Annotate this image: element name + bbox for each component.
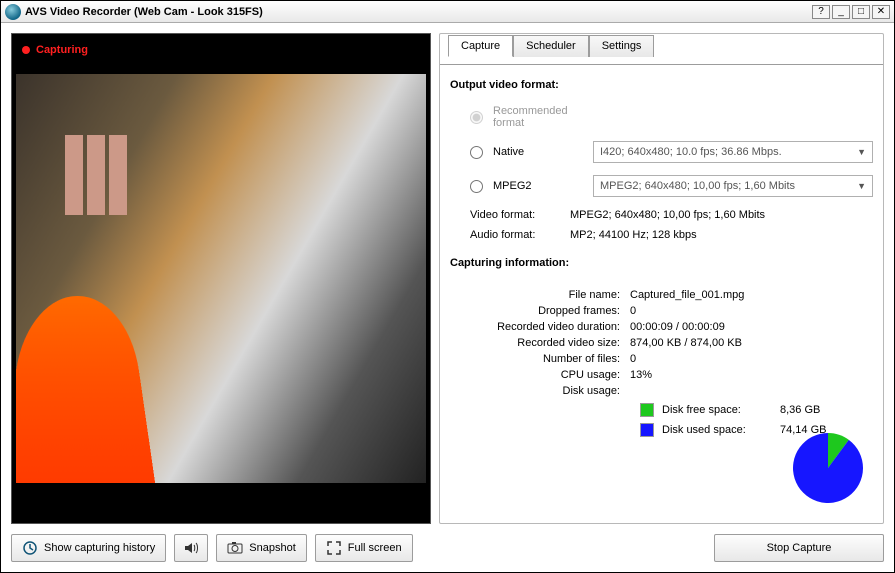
mpeg2-format-select[interactable]: MPEG2; 640x480; 10,00 fps; 1,60 Mbits ▼ [593, 175, 873, 197]
size-value: 874,00 KB / 874,00 KB [630, 337, 742, 349]
window-title: AVS Video Recorder (Web Cam - Look 315FS… [25, 6, 810, 18]
video-format-value: MPEG2; 640x480; 10,00 fps; 1,60 Mbits [570, 209, 765, 221]
fullscreen-label: Full screen [348, 542, 402, 554]
help-button[interactable]: ? [812, 5, 830, 19]
stop-capture-button[interactable]: Stop Capture [714, 534, 884, 562]
radio-mpeg2-row: MPEG2 MPEG2; 640x480; 10,00 fps; 1,60 Mb… [470, 175, 873, 197]
dropped-key: Dropped frames: [450, 305, 630, 317]
duration-value: 00:00:09 / 00:00:09 [630, 321, 725, 333]
sound-button[interactable] [174, 534, 208, 562]
footer: Show capturing history Snapshot Full scr… [1, 534, 894, 572]
video-format-key: Video format: [470, 209, 570, 221]
file-value: Captured_file_001.mpg [630, 289, 744, 301]
snapshot-label: Snapshot [249, 542, 295, 554]
radio-native[interactable] [470, 146, 483, 159]
capturing-indicator: Capturing [22, 44, 88, 56]
audio-format-key: Audio format: [470, 229, 570, 241]
app-icon [5, 4, 21, 20]
mpeg2-format-value: MPEG2; 640x480; 10,00 fps; 1,60 Mbits [600, 180, 795, 192]
radio-recommended[interactable] [470, 111, 483, 124]
cpu-value: 13% [630, 369, 652, 381]
chevron-down-icon: ▼ [857, 181, 866, 191]
fullscreen-button[interactable]: Full screen [315, 534, 413, 562]
radio-recommended-label: Recommended format [493, 105, 583, 129]
native-format-select[interactable]: I420; 640x480; 10.0 fps; 36.86 Mbps. ▼ [593, 141, 873, 163]
duration-key: Recorded video duration: [450, 321, 630, 333]
file-key: File name: [450, 289, 630, 301]
disk-free-row: Disk free space: 8,36 GB [640, 403, 873, 417]
audio-format-value: MP2; 44100 Hz; 128 kbps [570, 229, 697, 241]
record-icon [22, 46, 30, 54]
disk-free-swatch [640, 403, 654, 417]
disk-legend: Disk free space: 8,36 GB Disk used space… [640, 403, 873, 437]
minimize-button[interactable]: _ [832, 5, 850, 19]
output-format-heading: Output video format: [450, 79, 873, 91]
dropped-value: 0 [630, 305, 636, 317]
video-format-row: Video format: MPEG2; 640x480; 10,00 fps;… [470, 209, 873, 221]
tabs: Capture Scheduler Settings [448, 34, 873, 56]
show-history-button[interactable]: Show capturing history [11, 534, 166, 562]
capinfo-heading: Capturing information: [450, 257, 873, 269]
disk-free-value: 8,36 GB [780, 404, 820, 416]
fullscreen-icon [326, 540, 342, 556]
nfiles-value: 0 [630, 353, 636, 365]
audio-format-row: Audio format: MP2; 44100 Hz; 128 kbps [470, 229, 873, 241]
video-preview: Capturing [11, 33, 431, 524]
size-key: Recorded video size: [450, 337, 630, 349]
radio-native-row: Native I420; 640x480; 10.0 fps; 36.86 Mb… [470, 141, 873, 163]
settings-panel: Capture Scheduler Settings Output video … [439, 33, 884, 524]
native-format-value: I420; 640x480; 10.0 fps; 36.86 Mbps. [600, 146, 782, 158]
disk-used-swatch [640, 423, 654, 437]
disk-usage-pie [793, 433, 863, 503]
history-icon [22, 540, 38, 556]
radio-native-label: Native [493, 146, 583, 158]
capturing-label: Capturing [36, 44, 88, 56]
radio-mpeg2[interactable] [470, 180, 483, 193]
camera-icon [227, 540, 243, 556]
speaker-icon [183, 540, 199, 556]
tab-scheduler[interactable]: Scheduler [513, 35, 589, 57]
close-button[interactable]: ✕ [872, 5, 890, 19]
app-window: AVS Video Recorder (Web Cam - Look 315FS… [0, 0, 895, 573]
disk-free-label: Disk free space: [662, 404, 772, 416]
nfiles-key: Number of files: [450, 353, 630, 365]
snapshot-button[interactable]: Snapshot [216, 534, 306, 562]
disk-key: Disk usage: [450, 385, 630, 397]
radio-mpeg2-label: MPEG2 [493, 180, 583, 192]
radio-recommended-row: Recommended format [470, 105, 873, 129]
chevron-down-icon: ▼ [857, 147, 866, 157]
preview-pane: Capturing [11, 33, 431, 524]
maximize-button[interactable]: □ [852, 5, 870, 19]
show-history-label: Show capturing history [44, 542, 155, 554]
camera-image [16, 74, 426, 483]
titlebar: AVS Video Recorder (Web Cam - Look 315FS… [1, 1, 894, 23]
disk-used-label: Disk used space: [662, 424, 772, 436]
content: Capturing Capture Scheduler Settings Out… [1, 23, 894, 534]
tab-settings[interactable]: Settings [589, 35, 655, 57]
cpu-key: CPU usage: [450, 369, 630, 381]
stop-capture-label: Stop Capture [767, 542, 832, 554]
capinfo-grid: File name:Captured_file_001.mpg Dropped … [450, 285, 873, 401]
tab-capture[interactable]: Capture [448, 35, 513, 57]
